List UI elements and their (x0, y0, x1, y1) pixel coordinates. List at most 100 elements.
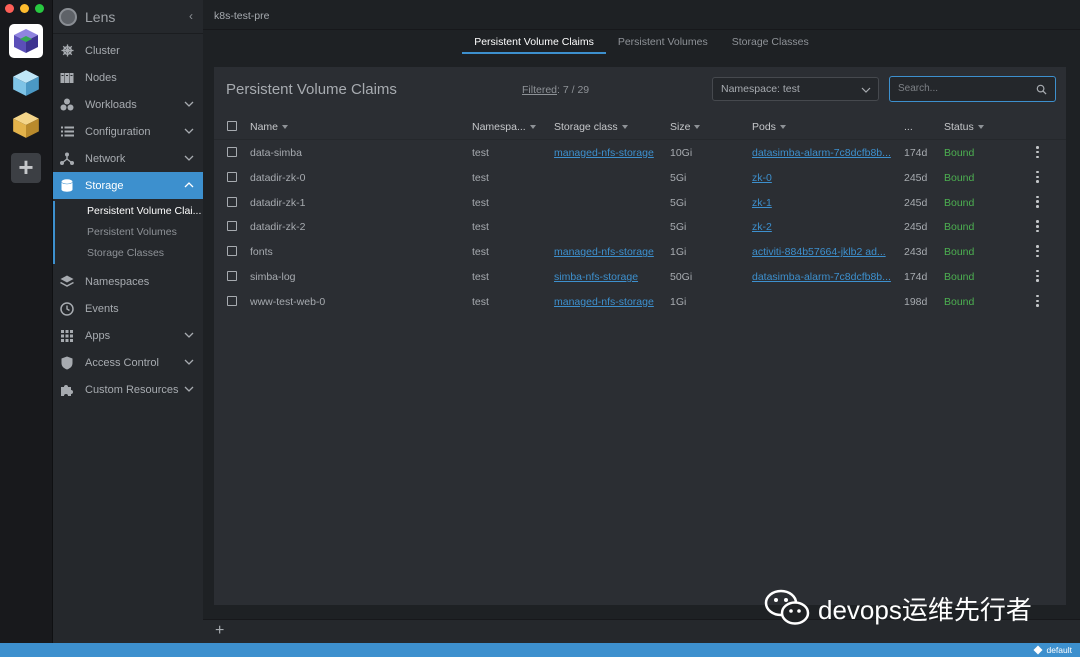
cluster-name: k8s-test-pre (214, 10, 270, 22)
pod-link[interactable]: zk-0 (752, 172, 894, 184)
storage-class-link[interactable]: simba-nfs-storage (554, 271, 664, 283)
layers-icon (60, 275, 74, 289)
pod-link[interactable]: datasimba-alarm-7c8dcfb8b... (752, 271, 894, 283)
row-checkbox[interactable] (227, 246, 237, 257)
pod-link[interactable]: zk-2 (752, 221, 894, 233)
table-row[interactable]: datadir-zk-2 test 5Gi zk-2 245d Bound (214, 214, 1066, 239)
row-menu-icon[interactable] (1036, 170, 1040, 183)
page-title: Persistent Volume Claims (226, 81, 397, 98)
cube-icon (13, 70, 39, 96)
maximize-window-button[interactable] (35, 4, 44, 13)
storage-class-link[interactable]: managed-nfs-storage (554, 246, 664, 258)
column-header-namespace[interactable]: Namespa... (472, 121, 536, 133)
pod-link[interactable]: datasimba-alarm-7c8dcfb8b... (752, 147, 894, 159)
sidebar-item-apps[interactable]: Apps (53, 322, 203, 349)
pvc-age: 245d (904, 221, 928, 234)
column-header-age[interactable]: ... (904, 121, 913, 133)
minimize-window-button[interactable] (20, 4, 29, 13)
chevron-up-icon[interactable] (184, 180, 194, 190)
row-checkbox[interactable] (227, 221, 237, 232)
sidebar-item-label: Custom Resources (85, 383, 179, 396)
table-row[interactable]: datadir-zk-0 test 5Gi zk-0 245d Bound (214, 165, 1066, 190)
cluster-icon-1[interactable] (9, 24, 43, 58)
subnav-item-0[interactable]: Persistent Volume Clai... (53, 201, 203, 222)
window-controls (5, 4, 44, 13)
sidebar-item-events[interactable]: Events (53, 295, 203, 322)
pod-link[interactable]: activiti-884b57664-jklb2 ad... (752, 246, 894, 258)
row-checkbox[interactable] (227, 196, 237, 207)
row-menu-icon[interactable] (1036, 146, 1040, 158)
sidebar-item-label: Nodes (85, 71, 117, 84)
sort-icon (977, 125, 984, 130)
cluster-icon-3[interactable] (9, 108, 43, 142)
table-row[interactable]: fonts test managed-nfs-storage 1Gi activiti-… (214, 239, 1066, 264)
new-terminal-button[interactable]: + (215, 622, 224, 640)
sidebar-item-access-control[interactable]: Access Control (53, 349, 203, 376)
search-input[interactable]: Search... (889, 76, 1056, 102)
sidebar-item-nodes[interactable]: Nodes (53, 64, 203, 91)
chevron-down-icon[interactable] (184, 126, 194, 136)
sidebar-item-workloads[interactable]: Workloads (53, 91, 203, 118)
brand-header: Lens ‹ (53, 0, 203, 34)
sidebar-item-namespaces[interactable]: Namespaces (53, 268, 203, 295)
pod-link[interactable]: zk-1 (752, 197, 894, 209)
sort-icon (621, 125, 628, 130)
pvc-name: www-test-web-0 (250, 295, 326, 308)
pvc-age: 243d (904, 246, 928, 259)
tab-storage-classes[interactable]: Storage Classes (720, 30, 821, 54)
storage-class-link[interactable]: managed-nfs-storage (554, 296, 664, 308)
column-header-pods[interactable]: Pods (752, 121, 786, 133)
context-indicator[interactable]: default (1033, 645, 1072, 655)
row-menu-icon[interactable] (1036, 269, 1040, 282)
row-checkbox[interactable] (227, 147, 237, 157)
row-menu-icon[interactable] (1036, 195, 1040, 208)
subnav-item-2[interactable]: Storage Classes (53, 243, 203, 264)
chevron-down-icon[interactable] (184, 330, 194, 340)
namespace-select-value: Namespace: test (721, 83, 800, 95)
column-header-size[interactable]: Size (670, 121, 701, 133)
chevron-down-icon[interactable] (184, 357, 194, 367)
sidebar-item-storage[interactable]: Storage (53, 172, 203, 199)
table-row[interactable]: data-simba test managed-nfs-storage 10Gi dat… (214, 140, 1066, 165)
sidebar-item-custom-resources[interactable]: Custom Resources (53, 376, 203, 403)
add-cluster-button[interactable]: + (11, 153, 41, 183)
pvc-namespace: test (472, 147, 489, 159)
row-checkbox[interactable] (227, 171, 237, 182)
pvc-name: data-simba (250, 147, 302, 159)
row-menu-icon[interactable] (1036, 220, 1040, 233)
chevron-down-icon[interactable] (184, 153, 194, 163)
pvc-size: 5Gi (670, 171, 687, 184)
table-row[interactable]: datadir-zk-1 test 5Gi zk-1 245d Bound (214, 190, 1066, 215)
column-header-name[interactable]: Name (250, 121, 289, 133)
row-menu-icon[interactable] (1036, 294, 1040, 307)
tab-persistent-volume-claims[interactable]: Persistent Volume Claims (462, 30, 606, 54)
table-row[interactable]: www-test-web-0 test managed-nfs-storage 1Gi… (214, 289, 1066, 314)
column-header-storage-class[interactable]: Storage class (554, 121, 628, 133)
chevron-down-icon[interactable] (184, 99, 194, 109)
column-header-status[interactable]: Status (944, 121, 984, 133)
pvc-name: fonts (250, 246, 273, 259)
storage-class-link[interactable]: managed-nfs-storage (554, 147, 664, 159)
sidebar-item-cluster[interactable]: Cluster (53, 37, 203, 64)
cluster-icon-2[interactable] (9, 66, 43, 100)
pvc-namespace: test (472, 270, 489, 283)
pvc-age: 174d (904, 147, 928, 159)
subnav-item-1[interactable]: Persistent Volumes (53, 222, 203, 243)
status-badge: Bound (944, 171, 975, 184)
filtered-label[interactable]: Filtered (522, 84, 557, 96)
row-menu-icon[interactable] (1036, 245, 1040, 258)
table-row[interactable]: simba-log test simba-nfs-storage 50Gi datasi… (214, 264, 1066, 289)
context-name: default (1046, 645, 1072, 655)
sidebar-item-network[interactable]: Network (53, 145, 203, 172)
chevron-down-icon[interactable] (184, 384, 194, 394)
namespace-select[interactable]: Namespace: test (712, 77, 879, 101)
sort-icon (282, 125, 289, 130)
tab-persistent-volumes[interactable]: Persistent Volumes (606, 30, 720, 54)
status-badge: Bound (944, 295, 975, 308)
row-checkbox[interactable] (227, 270, 237, 281)
sidebar-item-configuration[interactable]: Configuration (53, 118, 203, 145)
close-window-button[interactable] (5, 4, 14, 13)
row-checkbox[interactable] (227, 295, 237, 306)
collapse-sidebar-icon[interactable]: ‹ (189, 9, 193, 23)
select-all-checkbox[interactable] (227, 121, 237, 131)
